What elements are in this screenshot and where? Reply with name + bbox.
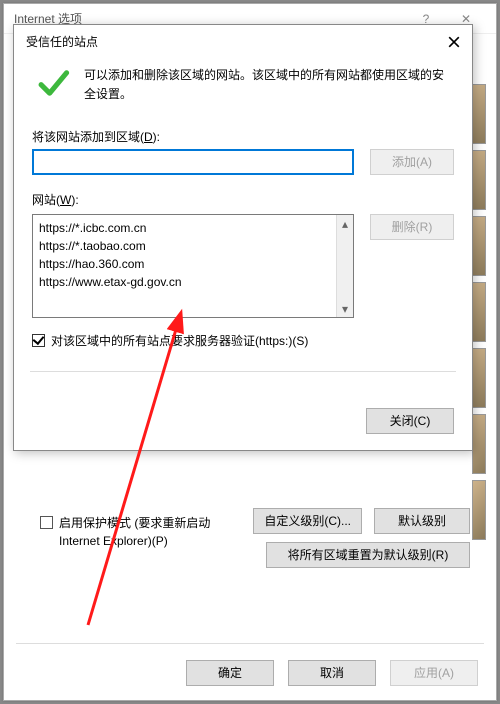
reset-all-button[interactable]: 将所有区域重置为默认级别(R)	[266, 542, 470, 568]
close-button[interactable]: 关闭(C)	[366, 408, 454, 434]
dialog-separator	[30, 371, 456, 372]
site-list-label: 网站(W):	[32, 191, 454, 208]
scroll-track[interactable]	[337, 232, 353, 300]
zone-thumb	[472, 480, 486, 540]
zone-thumbnails	[472, 84, 486, 546]
dialog-title: 受信任的站点	[26, 33, 98, 50]
require-https-checkbox[interactable]	[32, 334, 45, 347]
custom-level-button[interactable]: 自定义级别(C)...	[253, 508, 362, 534]
close-icon[interactable]	[446, 34, 462, 50]
dialog-body: 可以添加和删除该区域的网站。该区域中的所有网站都使用区域的安全设置。 将该网站添…	[14, 54, 472, 388]
ok-button[interactable]: 确定	[186, 660, 274, 686]
info-row: 可以添加和删除该区域的网站。该区域中的所有网站都使用区域的安全设置。	[32, 60, 454, 122]
scroll-up-icon[interactable]: ▴	[337, 215, 353, 232]
apply-button[interactable]: 应用(A)	[390, 660, 478, 686]
zone-thumb	[472, 348, 486, 408]
security-level-section: 启用保护模式 (要求重新启动 Internet Explorer)(P) 自定义…	[40, 514, 470, 550]
add-site-label: 将该网站添加到区域(D):	[32, 128, 454, 145]
remove-button[interactable]: 删除(R)	[370, 214, 454, 240]
add-site-row: 添加(A)	[32, 149, 454, 175]
require-https-row: 对该区域中的所有站点要求服务器验证(https:)(S)	[32, 332, 454, 349]
zone-thumb	[472, 84, 486, 144]
info-text: 可以添加和删除该区域的网站。该区域中的所有网站都使用区域的安全设置。	[84, 66, 454, 104]
zone-thumb	[472, 216, 486, 276]
list-item[interactable]: https://*.icbc.com.cn	[39, 219, 330, 237]
site-list-inner: https://*.icbc.com.cn https://*.taobao.c…	[33, 215, 336, 295]
scroll-down-icon[interactable]: ▾	[337, 300, 353, 317]
dialog-titlebar: 受信任的站点	[14, 25, 472, 54]
cancel-button[interactable]: 取消	[288, 660, 376, 686]
dialog-footer: 关闭(C)	[14, 388, 472, 450]
list-item[interactable]: https://hao.360.com	[39, 255, 330, 273]
checkmark-icon	[36, 66, 70, 100]
site-list-row: https://*.icbc.com.cn https://*.taobao.c…	[32, 214, 454, 318]
protect-mode-label: 启用保护模式 (要求重新启动 Internet Explorer)(P)	[59, 514, 239, 550]
trusted-sites-dialog: 受信任的站点 可以添加和删除该区域的网站。该区域中的所有网站都使用区域的安全设置…	[13, 24, 473, 451]
require-https-label: 对该区域中的所有站点要求服务器验证(https:)(S)	[51, 332, 308, 349]
dialog-footer: 确定 取消 应用(A)	[186, 660, 478, 686]
scrollbar[interactable]: ▴ ▾	[336, 215, 353, 317]
site-listbox[interactable]: https://*.icbc.com.cn https://*.taobao.c…	[32, 214, 354, 318]
add-site-input[interactable]	[32, 149, 354, 175]
list-item[interactable]: https://*.taobao.com	[39, 237, 330, 255]
zone-thumb	[472, 282, 486, 342]
protect-mode-checkbox[interactable]	[40, 516, 53, 529]
add-button[interactable]: 添加(A)	[370, 149, 454, 175]
zone-thumb	[472, 414, 486, 474]
zone-thumb	[472, 150, 486, 210]
level-buttons: 自定义级别(C)... 默认级别 将所有区域重置为默认级别(R)	[253, 508, 470, 568]
footer-separator	[16, 643, 484, 644]
list-item[interactable]: https://www.etax-gd.gov.cn	[39, 273, 330, 291]
default-level-button[interactable]: 默认级别	[374, 508, 470, 534]
